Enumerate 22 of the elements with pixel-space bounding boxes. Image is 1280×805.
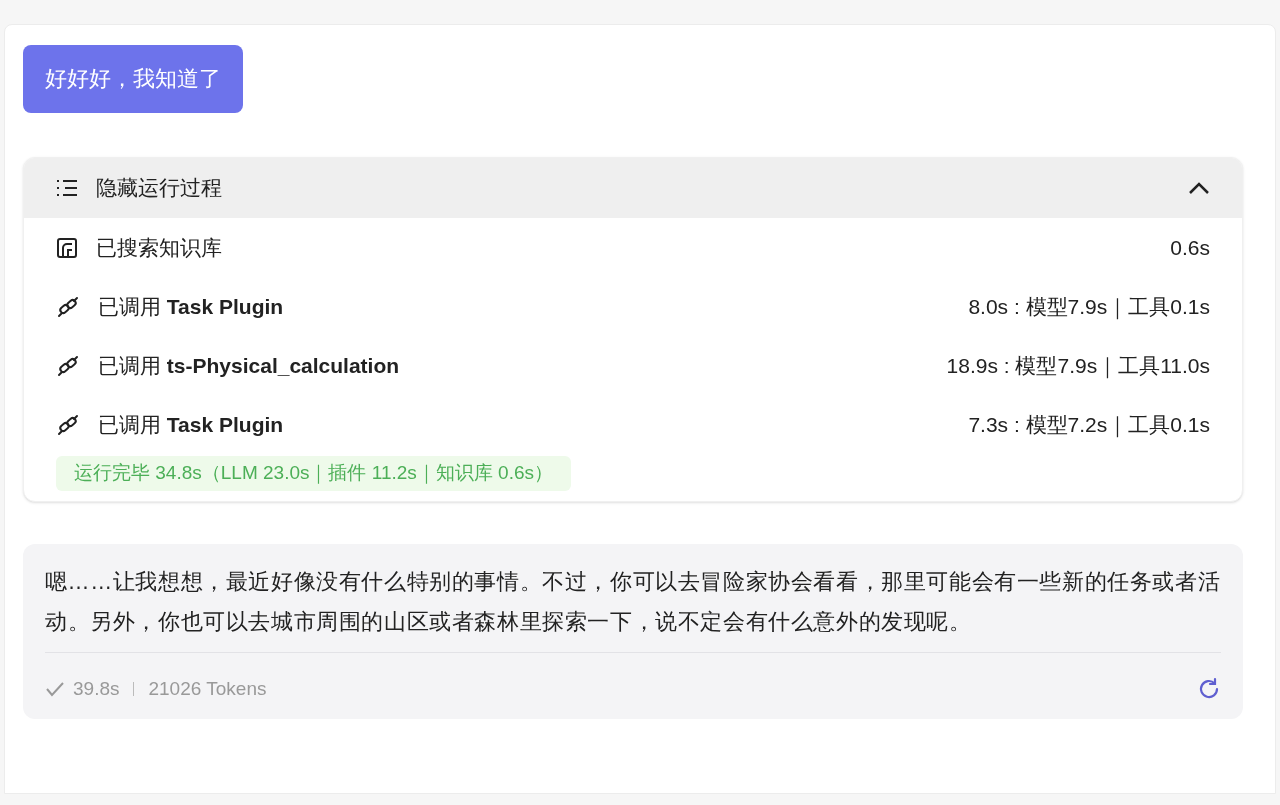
plug-icon (56, 294, 80, 319)
refresh-button[interactable] (1197, 676, 1221, 701)
step-label: 已调用 ts-Physical_calculation (98, 352, 400, 379)
plug-icon (56, 412, 80, 437)
list-icon (56, 179, 78, 197)
duration-text: 39.8s (73, 676, 120, 701)
book-icon (56, 236, 78, 259)
step-label: 已调用 Task Plugin (98, 411, 284, 438)
plug-icon (56, 353, 80, 378)
step-timing: 18.9s : 模型7.9s｜工具11.0s (946, 352, 1210, 381)
refresh-icon (1197, 676, 1221, 701)
step-timing: 0.6s (1170, 234, 1210, 261)
summary-badge: 运行完毕 34.8s（LLM 23.0s｜插件 11.2s｜知识库 0.6s） (56, 456, 572, 491)
answer-text: 嗯……让我想想，最近好像没有什么特别的事情。不过，你可以去冒险家协会看看，那里可能会有一些新的任务或者活动。另外，你也可以去城市周围的山区或者森林里探索一下，说不定会有什么意外的发现呢。 (45, 567, 1221, 636)
process-toggle[interactable]: 隐藏运行过程 (24, 158, 1242, 218)
chevron-up-icon (1188, 181, 1210, 195)
user-message: 好好好，我知道了 (23, 45, 243, 113)
step-label: 已搜索知识库 (96, 234, 222, 261)
step-timing: 7.3s : 模型7.2s｜工具0.1s (968, 411, 1210, 440)
step-label: 已调用 Task Plugin (98, 293, 284, 320)
step-timing: 8.0s : 模型7.9s｜工具0.1s (968, 293, 1210, 322)
token-count: 21026 Tokens (148, 676, 267, 701)
